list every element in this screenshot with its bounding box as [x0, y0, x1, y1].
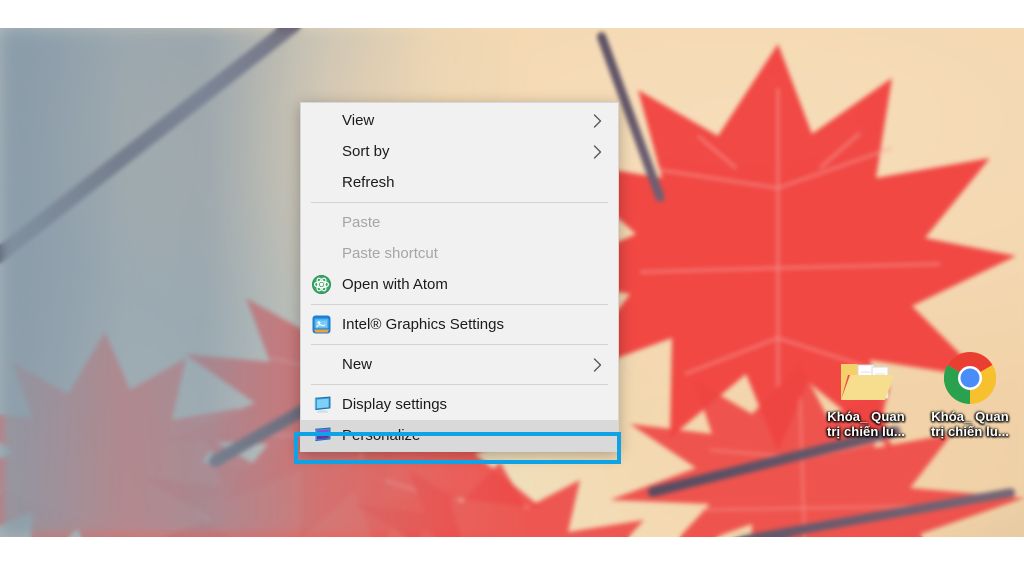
atom-icon	[312, 275, 331, 294]
chevron-right-icon	[593, 113, 601, 128]
personalize-icon	[313, 427, 330, 444]
desktop-icon-folder[interactable]: Khóa_ Quan trị chiến lu...	[818, 348, 914, 439]
menu-separator	[311, 344, 608, 345]
chevron-right-icon	[586, 113, 608, 128]
desktop-icon-chrome[interactable]: Khóa_ Quan trị chiến lu...	[922, 348, 1018, 439]
menu-item-label: Open with Atom	[342, 276, 448, 293]
chevron-right-icon	[593, 144, 601, 159]
menu-item-new[interactable]: New	[301, 349, 618, 380]
menu-item-icon-slot	[301, 349, 342, 380]
menu-item-label: Personalize	[342, 427, 421, 444]
menu-item-personalize[interactable]: Personalize	[301, 420, 618, 451]
chrome-icon	[922, 348, 1018, 406]
menu-item-label: New	[342, 356, 373, 373]
letterbox-bottom	[0, 537, 1024, 569]
chevron-right-icon	[593, 357, 601, 372]
menu-item-display-settings[interactable]: Display settings	[301, 389, 618, 420]
menu-item-label: Sort by	[342, 143, 390, 160]
menu-item-label: View	[342, 112, 375, 129]
menu-item-label: Display settings	[342, 396, 448, 413]
menu-item-label: Paste	[342, 214, 381, 231]
menu-item-view[interactable]: View	[301, 105, 618, 136]
menu-item-icon-slot	[301, 105, 342, 136]
menu-separator	[311, 304, 608, 305]
menu-item-icon-slot	[301, 207, 342, 238]
letterbox-top	[0, 0, 1024, 28]
menu-separator	[311, 384, 608, 385]
desktop-context-menu[interactable]: View Sort by Refresh Paste Paste shortcut …	[300, 102, 619, 452]
desktop-icon-folder-label: Khóa_ Quan trị chiến lu...	[826, 409, 906, 439]
menu-item-sort-by[interactable]: Sort by	[301, 136, 618, 167]
menu-separator	[311, 202, 608, 203]
desktop-screen: Khóa_ Quan trị chiến lu... Khóa_ Quan tr…	[0, 0, 1024, 569]
menu-item-intel-graphics-settings[interactable]: Intel® Graphics Settings	[301, 309, 618, 340]
menu-item-label: Paste shortcut	[342, 245, 438, 262]
menu-item-label: Refresh	[342, 174, 395, 191]
intel-icon	[301, 309, 342, 340]
menu-item-paste: Paste	[301, 207, 618, 238]
menu-item-icon-slot	[301, 238, 342, 269]
menu-item-icon-slot	[301, 167, 342, 198]
display-icon	[313, 396, 330, 413]
chevron-right-icon	[586, 357, 608, 372]
folder-icon	[818, 348, 914, 406]
menu-item-label: Intel® Graphics Settings	[342, 316, 504, 333]
intel-icon	[312, 315, 331, 334]
display-icon	[301, 389, 342, 420]
chevron-right-icon	[586, 144, 608, 159]
personalize-icon	[301, 420, 342, 451]
menu-item-refresh[interactable]: Refresh	[301, 167, 618, 198]
menu-item-open-with-atom[interactable]: Open with Atom	[301, 269, 618, 300]
atom-icon	[301, 269, 342, 300]
menu-item-paste-shortcut: Paste shortcut	[301, 238, 618, 269]
menu-item-icon-slot	[301, 136, 342, 167]
desktop-icon-chrome-label: Khóa_ Quan trị chiến lu...	[930, 409, 1010, 439]
